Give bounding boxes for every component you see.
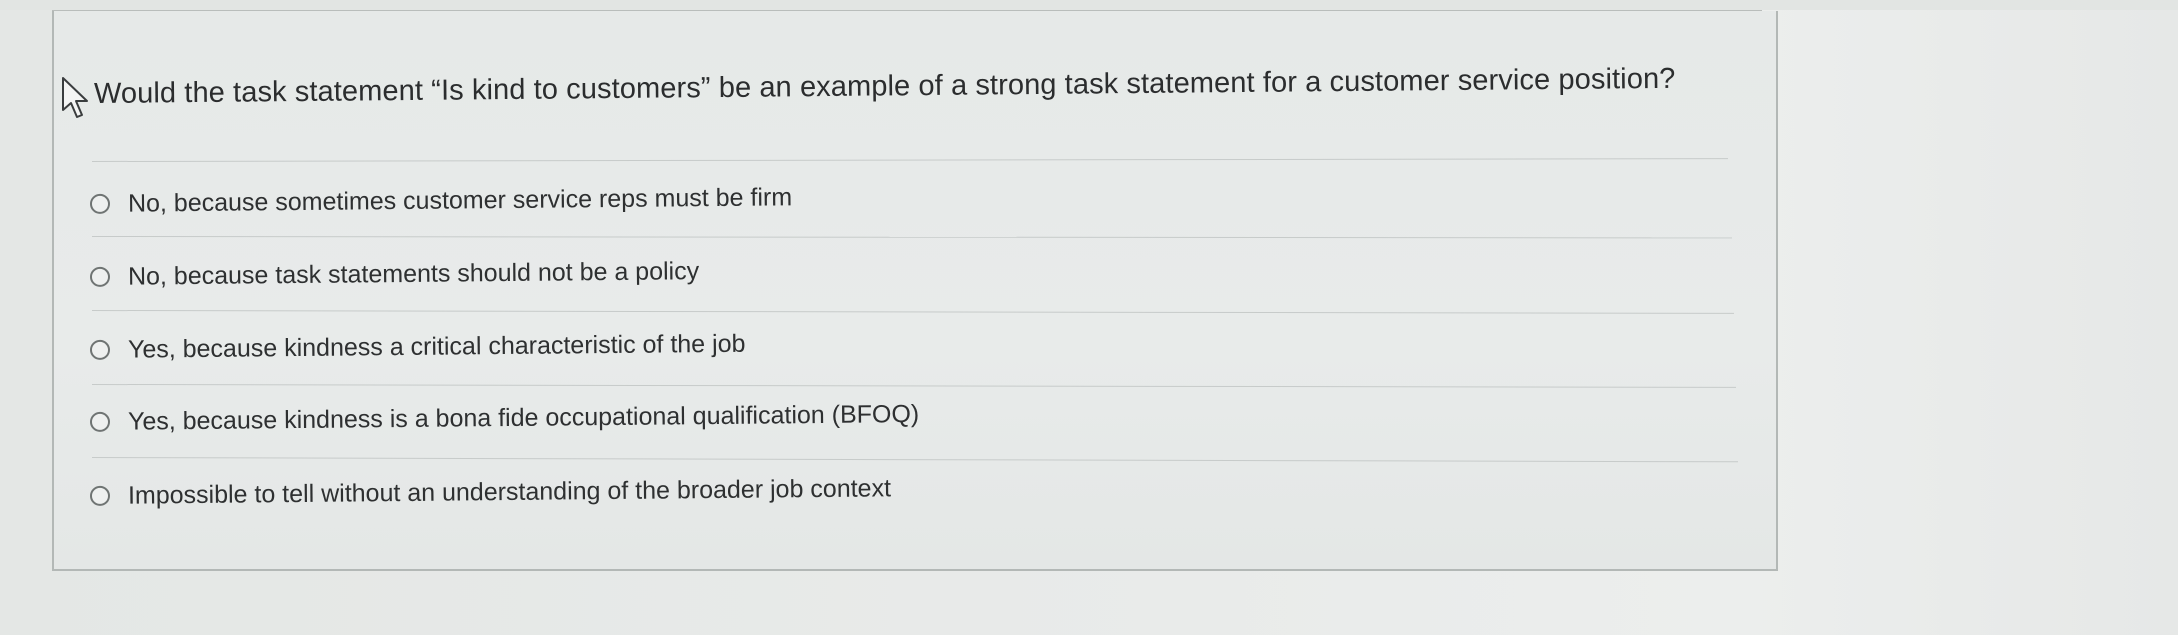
page-top-strip <box>0 0 2178 10</box>
option-label: Impossible to tell without an understand… <box>127 473 892 510</box>
option-bfoq[interactable]: Yes, because kindness is a bona fide occ… <box>89 392 920 444</box>
mouse-pointer-icon <box>62 77 88 118</box>
option-label: Yes, because kindness is a bona fide occ… <box>127 399 920 436</box>
option-label: Yes, because kindness a critical charact… <box>127 329 746 364</box>
radio-button-icon[interactable] <box>89 485 111 506</box>
option-policy[interactable]: No, because task statements should not b… <box>89 249 700 299</box>
radio-button-icon[interactable] <box>89 266 111 287</box>
option-label: No, because task statements should not b… <box>127 256 700 291</box>
option-critical-characteristic[interactable]: Yes, because kindness a critical charact… <box>89 322 746 372</box>
option-broader-context[interactable]: Impossible to tell without an understand… <box>89 466 892 518</box>
radio-button-icon[interactable] <box>89 193 111 214</box>
radio-button-icon[interactable] <box>89 339 111 360</box>
option-firm[interactable]: No, because sometimes customer service r… <box>89 175 793 226</box>
radio-button-icon[interactable] <box>89 411 111 432</box>
option-label: No, because sometimes customer service r… <box>127 182 793 218</box>
